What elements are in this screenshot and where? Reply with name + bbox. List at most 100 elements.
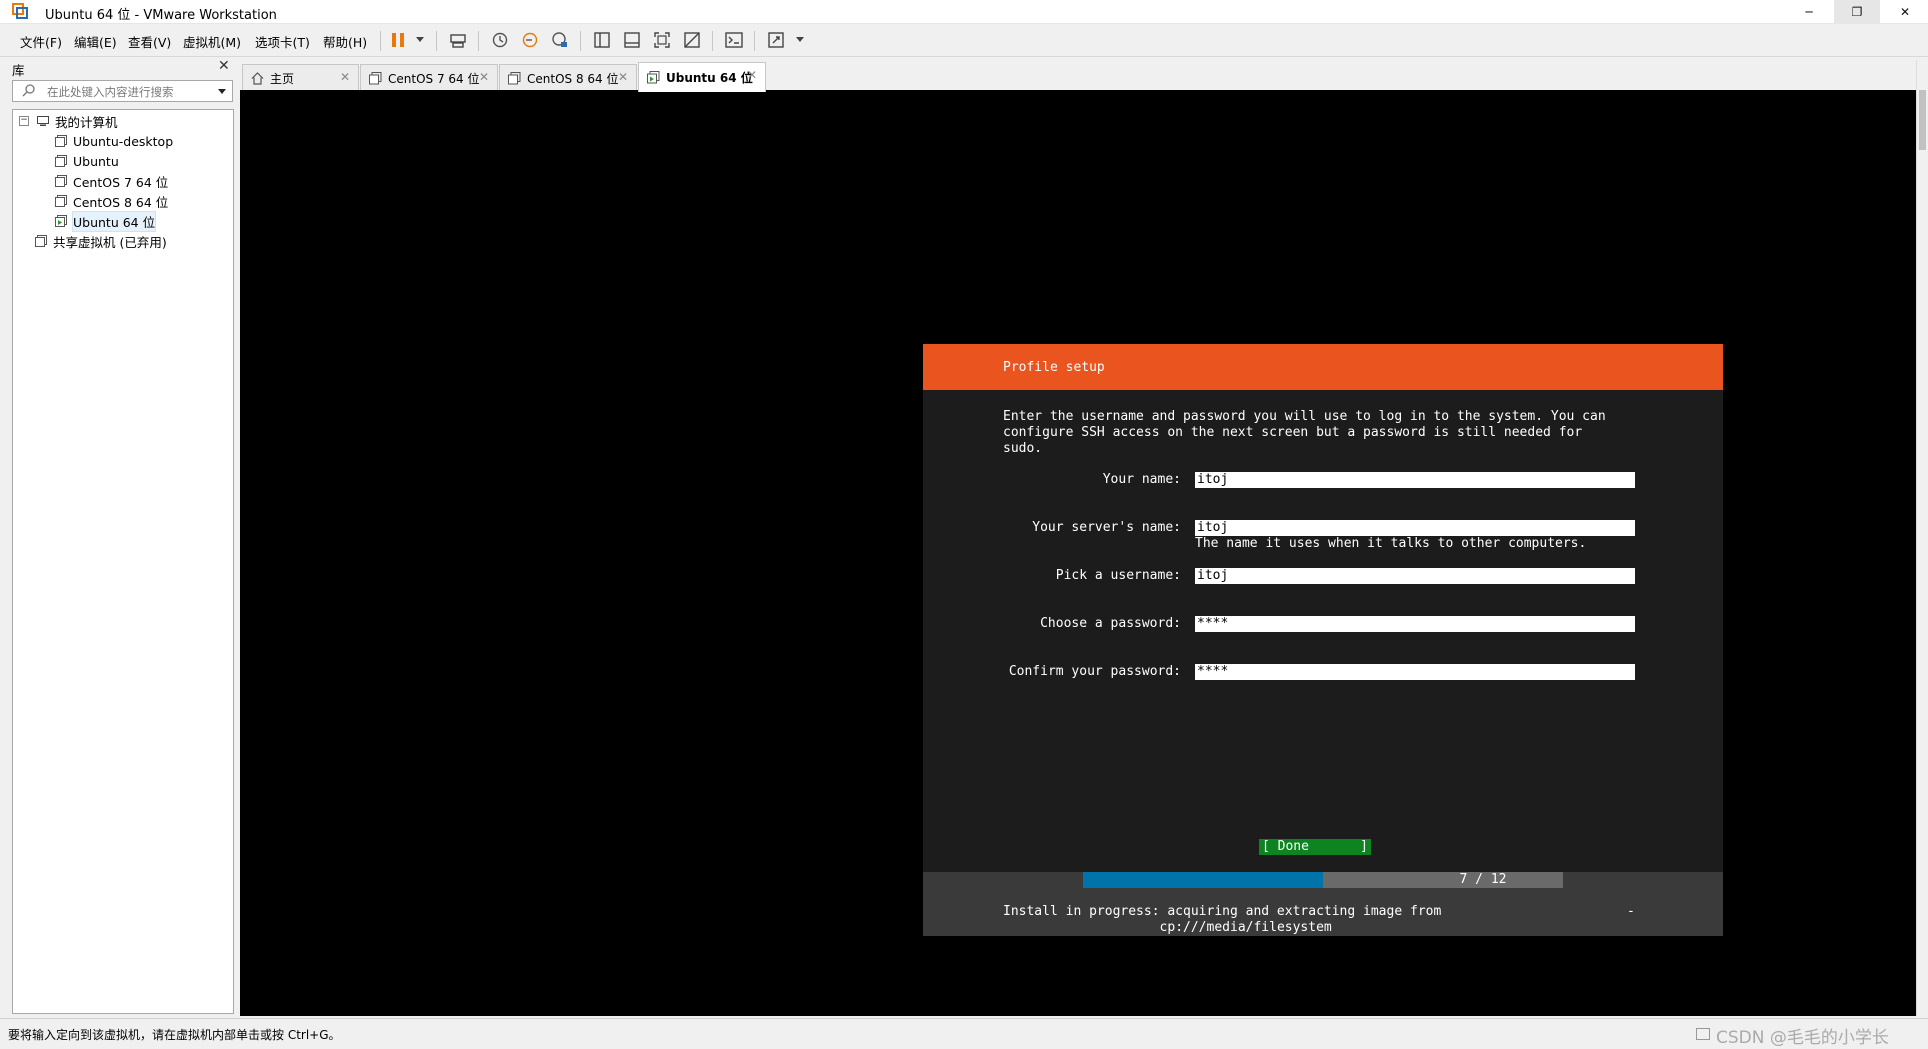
installer-title: Profile setup [1003,360,1105,375]
minimize-button[interactable]: ─ [1786,0,1832,23]
send-keys-icon[interactable] [446,29,470,51]
collapse-icon[interactable]: − [19,116,29,126]
library-tree: − 我的计算机 Ubuntu-desktop Ubuntu CentOS 7 6… [12,109,234,1014]
server-name-field[interactable]: itoj [1195,520,1635,536]
tab-label: Ubuntu 64 位 [666,71,753,85]
stretch-icon[interactable] [764,29,788,51]
tab-label: 主页 [270,71,295,86]
computer-icon [37,116,49,126]
power-dropdown-arrow[interactable] [416,37,424,42]
tab-close-icon[interactable]: ✕ [747,68,757,82]
tab-label: CentOS 8 64 位 [527,71,619,86]
library-close-button[interactable]: ✕ [218,58,230,74]
vmware-logo-icon [12,3,28,19]
toolbar-separator [436,31,437,51]
installer-dialog: Profile setup Enter the username and pas… [923,344,1723,936]
server-name-hint: The name it uses when it talks to other … [1195,536,1587,551]
tab-close-icon[interactable]: ✕ [618,70,628,84]
menu-help[interactable]: 帮助(H) [323,32,367,51]
confirm-password-label: Confirm your password: [1008,664,1181,679]
your-name-field[interactable]: itoj [1195,472,1635,488]
tab-centos7[interactable]: CentOS 7 64 位 ✕ [360,64,498,91]
menu-edit[interactable]: 编辑(E) [74,32,117,51]
tree-item-ubuntu-desktop[interactable]: Ubuntu-desktop [55,132,173,150]
tree-item-shared-vms[interactable]: 共享虚拟机 (已弃用) [35,232,167,250]
menu-vm[interactable]: 虚拟机(M) [183,32,241,51]
revert-snapshot-icon[interactable] [518,29,542,51]
snapshot-icon[interactable] [488,29,512,51]
tree-item-ubuntu64[interactable]: Ubuntu 64 位 [55,210,157,232]
username-label: Pick a username: [1055,568,1181,583]
tree-item-label: Ubuntu 64 位 [71,210,157,232]
vm-icon [55,195,67,207]
tree-item-my-computer[interactable]: − 我的计算机 [13,112,118,130]
tab-home[interactable]: 主页 ✕ [242,64,359,91]
library-view-icon[interactable] [590,29,614,51]
maximize-button[interactable]: ❐ [1834,0,1880,23]
install-progress-area: 7 / 12 Install in progress: acquiring an… [923,872,1723,936]
done-button[interactable]: [ Done ] [1259,839,1371,855]
snapshot-manager-icon[interactable] [548,29,572,51]
menu-tabs[interactable]: 选项卡(T) [255,32,310,51]
vm-icon [55,135,67,147]
confirm-password-field[interactable]: **** [1195,664,1635,680]
device-status-icon[interactable] [1696,1028,1710,1040]
search-placeholder: 在此处键入内容进行搜索 [47,85,174,99]
toolbar-separator [754,31,755,51]
tree-item-label: Ubuntu [73,153,119,169]
tree-item-centos8[interactable]: CentOS 8 64 位 [55,192,168,210]
tree-item-label: 我的计算机 [55,114,118,130]
install-spinner: - [1627,904,1635,919]
tree-item-centos7[interactable]: CentOS 7 64 位 [55,172,168,190]
close-button[interactable]: ✕ [1882,0,1928,23]
installer-header: Profile setup [923,344,1723,390]
menu-file[interactable]: 文件(F) [20,32,62,51]
console-icon[interactable] [722,29,746,51]
your-name-label: Your name: [1102,472,1181,487]
menu-view[interactable]: 查看(V) [128,32,171,51]
vm-icon [55,155,67,167]
thumbnail-view-icon[interactable] [620,29,644,51]
unity-icon[interactable] [680,29,704,51]
tab-ubuntu64[interactable]: Ubuntu 64 位 ✕ [638,62,766,92]
library-search-input[interactable]: 在此处键入内容进行搜索 [12,80,233,102]
vm-scrollbar[interactable] [1916,60,1928,1016]
toolbar-separator [380,31,381,51]
tree-item-ubuntu[interactable]: Ubuntu [55,152,119,170]
toolbar-separator [478,31,479,51]
status-message: 要将输入定向到该虚拟机，请在虚拟机内部单击或按 Ctrl+G。 [8,1028,341,1042]
library-title: 库 [12,63,25,78]
watermark: CSDN @毛毛的小学长 [1716,1028,1889,1048]
install-progress-bar: 7 / 12 [1083,872,1563,888]
tab-centos8[interactable]: CentOS 8 64 位 ✕ [499,64,637,91]
password-label: Choose a password: [1040,616,1181,631]
password-field[interactable]: **** [1195,616,1635,632]
search-icon [22,84,35,97]
done-button-bracket: ] [1360,839,1368,854]
title-bar: Ubuntu 64 位 - VMware Workstation ─ ❐ ✕ [0,0,1928,24]
tree-item-label: 共享虚拟机 (已弃用) [53,234,167,250]
vm-console[interactable]: Profile setup Enter the username and pas… [240,90,1916,1016]
window-title: Ubuntu 64 位 - VMware Workstation [45,8,277,23]
vm-icon [55,175,67,187]
menu-toolbar-bar: 文件(F) 编辑(E) 查看(V) 虚拟机(M) 选项卡(T) 帮助(H) [0,24,1928,57]
installer-intro: Enter the username and password you will… [1003,409,1606,456]
tab-close-icon[interactable]: ✕ [479,70,489,84]
vm-running-icon [55,215,67,227]
username-field[interactable]: itoj [1195,568,1635,584]
tree-item-label: CentOS 8 64 位 [73,194,169,210]
home-icon [251,71,264,85]
tree-item-label: CentOS 7 64 位 [73,174,169,190]
tab-close-icon[interactable]: ✕ [340,70,350,84]
stretch-dropdown-arrow[interactable] [796,37,804,42]
toolbar-separator [580,31,581,51]
search-dropdown-arrow[interactable] [218,89,226,94]
vm-running-icon [647,71,660,84]
scrollbar-thumb[interactable] [1919,90,1926,150]
vm-icon [508,71,521,84]
fullscreen-icon[interactable] [650,29,674,51]
tab-label: CentOS 7 64 位 [388,71,480,86]
tree-item-label: Ubuntu-desktop [73,133,174,149]
install-status-text: Install in progress: acquiring and extra… [1003,904,1442,935]
pause-icon[interactable] [386,29,410,51]
